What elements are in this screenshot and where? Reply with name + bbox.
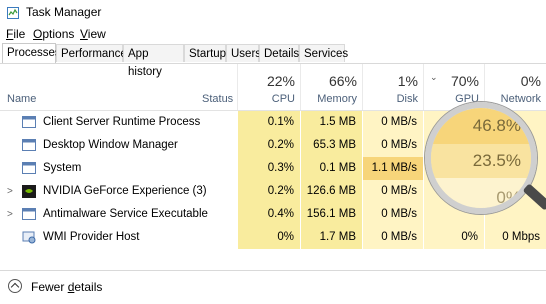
task-manager-icon [7,7,19,19]
expand-chevron-icon[interactable]: > [7,186,13,197]
menu-bar: File Options View [0,24,546,42]
cpu-cell: 0% [238,226,300,249]
cpu-cell: 0.3% [238,157,300,180]
process-name: Desktop Window Manager [43,139,178,151]
tab-services[interactable]: Services [299,44,348,62]
tab-processes[interactable]: Processes [2,43,61,63]
nvidia-icon [22,185,36,198]
memory-cell: 156.1 MB [301,203,362,226]
magnified-gpu-value: 0% [496,188,521,207]
process-name: System [43,162,82,174]
system-window-icon [22,116,36,129]
system-window-icon [22,139,36,152]
memory-cell: 65.3 MB [301,134,362,157]
gpu-cell: 0% [424,226,484,249]
tab-performance[interactable]: Performance [56,44,127,62]
cpu-cell: 0.2% [238,180,300,203]
expand-chevron-icon[interactable]: > [7,209,13,220]
tab-app-history[interactable]: App history [123,44,184,78]
menu-view[interactable]: View [80,27,106,41]
memory-cell: 1.5 MB [301,111,362,134]
disk-cell: 0 MB/s [363,203,423,226]
tab-startup[interactable]: Startup [184,44,226,62]
menu-file[interactable]: File [6,27,25,41]
system-window-icon [22,162,36,175]
disk-cell: 1.1 MB/s [363,157,423,180]
status-column-header[interactable]: Status [202,93,233,105]
memory-cell: 1.7 MB [301,226,362,249]
disk-cell: 0 MB/s [363,226,423,249]
magnifier-lens: 46.8% 23.5% 0% [425,102,537,214]
disk-cell: 0 MB/s [363,134,423,157]
magnified-gpu-value: 23.5% [472,151,521,170]
title-bar: Task Manager [0,0,546,24]
tab-strip: Processes Performance App history Startu… [0,43,546,78]
process-row[interactable]: WMI Provider Host 0% 1.7 MB 0 MB/s 0% 0 Mbps [0,226,546,249]
cpu-cell: 0.1% [238,111,300,134]
process-name: NVIDIA GeForce Experience (3) [43,185,207,197]
collapse-chevron-icon[interactable] [8,279,22,293]
fewer-details-link[interactable]: Fewer details [31,280,102,294]
memory-column-header[interactable]: 66% Memory [301,64,362,110]
footer-bar: Fewer details [0,270,546,304]
process-name: Antimalware Service Executable [43,208,208,220]
network-cell: 0 Mbps [485,226,546,249]
process-name: WMI Provider Host [43,231,140,243]
magnified-gpu-value: 46.8% [472,116,521,135]
disk-cell: 0 MB/s [363,111,423,134]
cpu-column-header[interactable]: 22% CPU [238,64,300,110]
tab-users[interactable]: Users [226,44,261,62]
system-window-icon [22,208,36,221]
tab-details[interactable]: Details [259,44,299,62]
process-name: Client Server Runtime Process [43,116,201,128]
disk-column-header[interactable]: 1% Disk [363,64,423,110]
cpu-cell: 0.4% [238,203,300,226]
cpu-cell: 0.2% [238,134,300,157]
memory-cell: 0.1 MB [301,157,362,180]
window-title: Task Manager [26,5,102,19]
disk-cell: 0 MB/s [363,180,423,203]
memory-cell: 126.6 MB [301,180,362,203]
name-column-header[interactable]: Name [7,93,36,105]
menu-options[interactable]: Options [33,27,74,41]
wmi-icon [22,231,36,244]
sort-descending-icon: ⌄ [430,72,438,82]
